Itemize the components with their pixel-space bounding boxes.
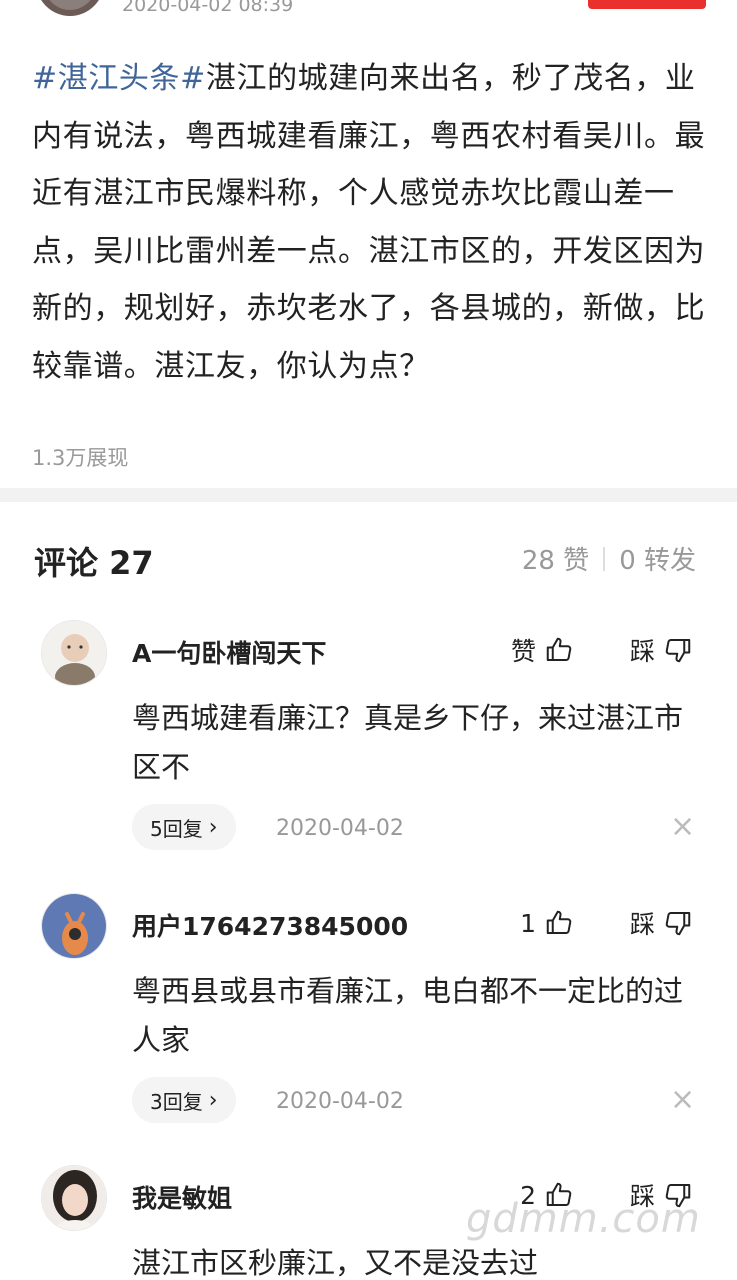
dislike-button[interactable]: 踩 xyxy=(630,632,693,668)
comment-author[interactable]: 我是敏姐 xyxy=(132,1179,232,1215)
post-time: 2020-04-02 08:39 xyxy=(122,0,294,16)
chevron-right-icon: › xyxy=(208,814,218,840)
impressions-count: 1.3万展现 xyxy=(32,446,129,470)
post-stats: 28 赞 0 转发 xyxy=(522,540,696,577)
like-button[interactable]: 1 xyxy=(520,908,574,938)
post-body: #湛江头条#湛江的城建向来出名，秒了茂名，业内有说法，粤西城建看廉江，粤西农村看… xyxy=(32,50,712,395)
post-text: 湛江的城建向来出名，秒了茂名，业内有说法，粤西城建看廉江，粤西农村看吴川。最近有… xyxy=(32,61,706,384)
comment-text: 粤西县或县市看廉江，电白都不一定比的过人家 xyxy=(132,974,684,1057)
follow-button[interactable] xyxy=(588,0,706,9)
comment-date: 2020-04-02 xyxy=(276,816,404,841)
close-icon[interactable]: × xyxy=(670,812,695,842)
dislike-button[interactable]: 踩 xyxy=(630,905,693,941)
comment-actions: 赞 踩 xyxy=(511,632,693,668)
like-label: 赞 xyxy=(510,637,536,666)
close-icon[interactable]: × xyxy=(670,1085,695,1115)
dislike-label: 踩 xyxy=(629,637,655,666)
avatar[interactable] xyxy=(41,620,107,686)
post-hashtag[interactable]: #湛江头条# xyxy=(32,61,206,96)
comment-text: 粤西城建看廉江？真是乡下仔，来过湛江市区不 xyxy=(132,701,684,784)
dislike-label: 踩 xyxy=(629,910,655,939)
comment-author[interactable]: 用户1764273845000 xyxy=(132,907,408,943)
comment-actions: 1 踩 xyxy=(520,905,693,941)
comment-date: 2020-04-02 xyxy=(276,1089,404,1114)
replies-button[interactable]: 5回复 › xyxy=(132,804,236,850)
shares-count[interactable]: 0 转发 xyxy=(619,540,696,577)
avatar[interactable] xyxy=(41,1165,107,1231)
replies-count: 3回复 xyxy=(150,1089,203,1114)
likes-count[interactable]: 28 赞 xyxy=(522,540,589,577)
section-divider xyxy=(0,488,737,502)
watermark: gdmm.com xyxy=(466,1196,701,1242)
thumb-down-icon xyxy=(665,912,691,936)
chevron-right-icon: › xyxy=(208,1087,218,1113)
comment-text: 湛江市区秒廉江，又不是没去过 xyxy=(132,1246,539,1280)
replies-count: 5回复 xyxy=(150,816,203,841)
replies-button[interactable]: 3回复 › xyxy=(132,1077,236,1123)
thumb-down-icon xyxy=(665,639,691,663)
like-label: 1 xyxy=(520,908,536,938)
thumb-up-icon xyxy=(546,637,572,661)
stats-divider xyxy=(603,546,606,571)
comment-author[interactable]: A一句卧槽闯天下 xyxy=(132,634,326,670)
thumb-up-icon xyxy=(546,910,572,934)
comments-title: 评论 27 xyxy=(34,544,154,582)
author-avatar[interactable] xyxy=(36,0,104,16)
avatar[interactable] xyxy=(41,893,107,959)
like-button[interactable]: 赞 xyxy=(511,632,574,668)
